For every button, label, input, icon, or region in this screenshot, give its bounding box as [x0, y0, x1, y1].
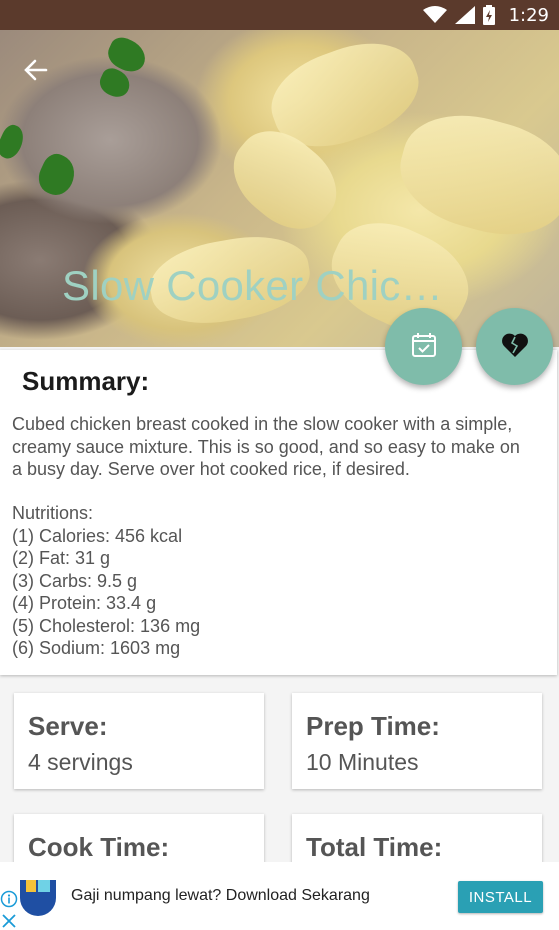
install-button[interactable]: INSTALL	[458, 881, 543, 913]
calendar-check-icon	[410, 331, 438, 363]
herb-shape	[0, 121, 29, 163]
herb-shape	[33, 149, 81, 201]
summary-description: Cubed chicken breast cooked in the slow …	[12, 413, 552, 481]
recipe-hero-image: Slow Cooker Chic…	[0, 30, 559, 347]
serve-label: Serve:	[28, 711, 108, 741]
wifi-icon	[422, 6, 447, 24]
prep-time-label: Prep Time:	[306, 711, 440, 741]
summary-line: Cubed chicken breast cooked in the slow …	[12, 414, 513, 434]
status-bar: 1:29	[0, 0, 559, 30]
nutrition-item: (6) Sodium: 1603 mg	[12, 638, 181, 658]
pasta-shape	[388, 99, 559, 251]
favorite-button[interactable]	[476, 308, 553, 385]
ad-text: Gaji numpang lewat? Download Sekarang	[71, 887, 370, 904]
nutrition-item: (4) Protein: 33.4 g	[12, 593, 157, 613]
back-arrow-icon[interactable]	[22, 56, 50, 84]
summary-line: creamy sauce mixture. This is so good, a…	[12, 436, 520, 457]
add-to-plan-button[interactable]	[385, 308, 462, 385]
serve-card: Serve: 4 servings	[14, 693, 264, 789]
nutritions-label: Nutritions:	[12, 503, 94, 523]
total-time-label: Total Time:	[306, 832, 443, 862]
summary-line: a busy day. Serve over hot cooked rice, …	[12, 459, 410, 479]
nutrition-item: (3) Carbs: 9.5 g	[12, 571, 138, 591]
ad-close-icon[interactable]	[0, 912, 18, 930]
ad-banner[interactable]: Gaji numpang lewat? Download Sekarang IN…	[0, 862, 559, 930]
broken-heart-icon	[501, 332, 529, 362]
nutrition-item: (2) Fat: 31 g	[12, 548, 111, 568]
nutrition-item: (1) Calories: 456 kcal	[12, 526, 183, 546]
signal-icon	[454, 6, 475, 24]
prep-time-value: 10 Minutes	[306, 749, 419, 775]
prep-time-card: Prep Time: 10 Minutes	[292, 693, 542, 789]
recipe-title: Slow Cooker Chic…	[62, 262, 443, 309]
status-time: 1:29	[508, 4, 549, 26]
summary-heading: Summary:	[22, 366, 150, 396]
app-logo-icon	[18, 878, 58, 918]
cook-time-label: Cook Time:	[28, 832, 170, 862]
summary-card: Summary: Cubed chicken breast cooked in …	[0, 350, 557, 675]
nutrition-item: (5) Cholesterol: 136 mg	[12, 616, 201, 636]
serve-value: 4 servings	[28, 749, 133, 775]
ad-info-icon[interactable]	[0, 890, 18, 908]
battery-icon	[482, 5, 495, 25]
